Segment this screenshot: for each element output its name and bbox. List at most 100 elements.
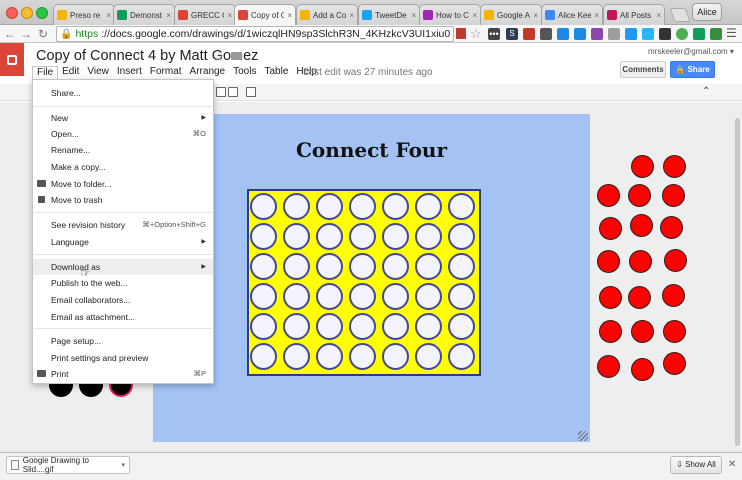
profile-button[interactable]: Alice: [692, 3, 722, 21]
menu-view[interactable]: View: [83, 66, 113, 80]
browser-tab[interactable]: Google A ×: [480, 4, 542, 25]
s-extension-icon[interactable]: S: [506, 28, 518, 40]
image-tool-icon[interactable]: [228, 87, 238, 97]
browser-tab[interactable]: Copy of C ×: [234, 4, 296, 25]
red-piece[interactable]: [663, 352, 686, 375]
download-item[interactable]: Google Drawing to Slid....gif ▾: [6, 456, 130, 474]
close-tab-icon[interactable]: ×: [656, 11, 661, 20]
menu-edit[interactable]: Edit: [58, 66, 83, 80]
browser-tab[interactable]: Alice Kee ×: [541, 4, 603, 25]
close-tab-icon[interactable]: ×: [349, 11, 354, 20]
menu-publish[interactable]: Publish to the web...: [33, 275, 213, 291]
folder-icon[interactable]: [231, 52, 242, 60]
close-tab-icon[interactable]: ×: [166, 11, 171, 20]
red-piece[interactable]: [663, 320, 686, 343]
red-piece[interactable]: [628, 184, 651, 207]
menu-new[interactable]: New ▶: [33, 110, 213, 126]
red-piece[interactable]: [664, 249, 687, 272]
drawings-logo[interactable]: [0, 43, 24, 76]
menu-icon[interactable]: ☰: [726, 26, 737, 40]
menu-arrange[interactable]: Arrange: [186, 66, 230, 80]
bookmark-extension-icon[interactable]: [456, 28, 466, 39]
comment-tool-icon[interactable]: [246, 87, 256, 97]
menu-revision-history[interactable]: See revision history ⌘+Option+Shift+G: [33, 217, 213, 233]
red-piece[interactable]: [629, 250, 652, 273]
download-extension-icon[interactable]: [710, 28, 722, 40]
close-tab-icon[interactable]: ×: [106, 11, 111, 20]
close-tab-icon[interactable]: ×: [533, 11, 538, 20]
red-piece[interactable]: [599, 217, 622, 240]
last-edit-status[interactable]: Last edit was 27 minutes ago: [303, 67, 433, 78]
menu-print-settings[interactable]: Print settings and preview: [33, 350, 213, 366]
shape-tool-icon[interactable]: [216, 87, 226, 97]
back-icon[interactable]: ←: [3, 26, 17, 42]
red-piece[interactable]: [631, 320, 654, 343]
menu-rename[interactable]: Rename...: [33, 142, 213, 158]
menu-print[interactable]: Print ⌘P: [33, 366, 213, 382]
red-piece[interactable]: [662, 184, 685, 207]
menu-format[interactable]: Format: [146, 66, 186, 80]
sheets-extension-icon[interactable]: [693, 28, 705, 40]
red-piece[interactable]: [631, 358, 654, 381]
close-tab-icon[interactable]: ×: [472, 11, 477, 20]
menu-open[interactable]: Open... ⌘O: [33, 126, 213, 142]
red-piece[interactable]: [597, 250, 620, 273]
account-email[interactable]: mrskeeler@gmail.com ▾: [648, 47, 734, 56]
play-extension-icon[interactable]: [659, 28, 671, 40]
drive-extension-icon[interactable]: [625, 28, 637, 40]
red-piece[interactable]: [663, 155, 686, 178]
red-piece[interactable]: [630, 214, 653, 237]
expand-extension-icon[interactable]: [574, 28, 586, 40]
star-bookmark-icon[interactable]: ☆: [470, 26, 482, 42]
analytics-extension-icon[interactable]: [557, 28, 569, 40]
gray-extension-icon[interactable]: [608, 28, 620, 40]
collapse-toolbar-icon[interactable]: ⌃: [702, 86, 710, 97]
purple-extension-icon[interactable]: [591, 28, 603, 40]
red-piece[interactable]: [597, 184, 620, 207]
close-download-bar-icon[interactable]: ✕: [728, 459, 736, 470]
red-piece[interactable]: [662, 284, 685, 307]
red-piece[interactable]: [660, 216, 683, 239]
menu-table[interactable]: Table: [260, 66, 292, 80]
menu-insert[interactable]: Insert: [113, 66, 146, 80]
drawing-title-text[interactable]: Connect Four: [153, 138, 590, 162]
address-bar[interactable]: 🔒 https://docs.google.com/drawings/d/1wi…: [56, 26, 454, 42]
close-tab-icon[interactable]: ×: [287, 11, 292, 20]
close-tab-icon[interactable]: ×: [227, 11, 232, 20]
red-piece[interactable]: [599, 320, 622, 343]
menu-language[interactable]: Language ▶: [33, 234, 213, 250]
menu-download-as[interactable]: Download as ▶: [33, 259, 213, 275]
resize-handle-icon[interactable]: [578, 431, 588, 441]
red-piece[interactable]: [628, 286, 651, 309]
comments-button[interactable]: Comments: [620, 61, 666, 78]
forward-icon[interactable]: →: [19, 26, 33, 42]
red-piece[interactable]: [599, 286, 622, 309]
menu-move-trash[interactable]: Move to trash: [33, 192, 213, 208]
menu-share[interactable]: Share...: [33, 85, 213, 101]
calendar-extension-icon[interactable]: [523, 28, 535, 40]
pen-extension-icon[interactable]: [540, 28, 552, 40]
browser-tab[interactable]: Add a Co ×: [296, 4, 358, 25]
more-extension-icon[interactable]: •••: [488, 28, 500, 40]
red-piece[interactable]: [597, 355, 620, 378]
minimize-window-button[interactable]: [21, 7, 33, 19]
show-all-downloads-button[interactable]: ⇩ Show All: [670, 456, 722, 474]
browser-tab[interactable]: Demonst ×: [113, 4, 175, 25]
browser-tab[interactable]: All Posts ×: [603, 4, 665, 25]
red-piece[interactable]: [631, 155, 654, 178]
browser-tab[interactable]: TweetDe ×: [358, 4, 420, 25]
menu-file[interactable]: File: [32, 66, 59, 80]
browser-tab[interactable]: GRECC C ×: [174, 4, 236, 25]
browser-tab[interactable]: How to C ×: [419, 4, 481, 25]
menu-email-collaborators[interactable]: Email collaborators...: [33, 292, 213, 308]
close-window-button[interactable]: [6, 7, 18, 19]
close-tab-icon[interactable]: ×: [594, 11, 599, 20]
menu-email-attachment[interactable]: Email as attachment...: [33, 309, 213, 325]
refresh-extension-icon[interactable]: [676, 28, 688, 40]
reload-icon[interactable]: ↻: [36, 26, 50, 42]
document-title[interactable]: Copy of Connect 4 by Matt Gomez: [36, 48, 258, 64]
menu-make-copy[interactable]: Make a copy...: [33, 159, 213, 175]
menu-page-setup[interactable]: Page setup...: [33, 333, 213, 349]
close-tab-icon[interactable]: ×: [411, 11, 416, 20]
star-icon[interactable]: ☆: [213, 49, 225, 65]
